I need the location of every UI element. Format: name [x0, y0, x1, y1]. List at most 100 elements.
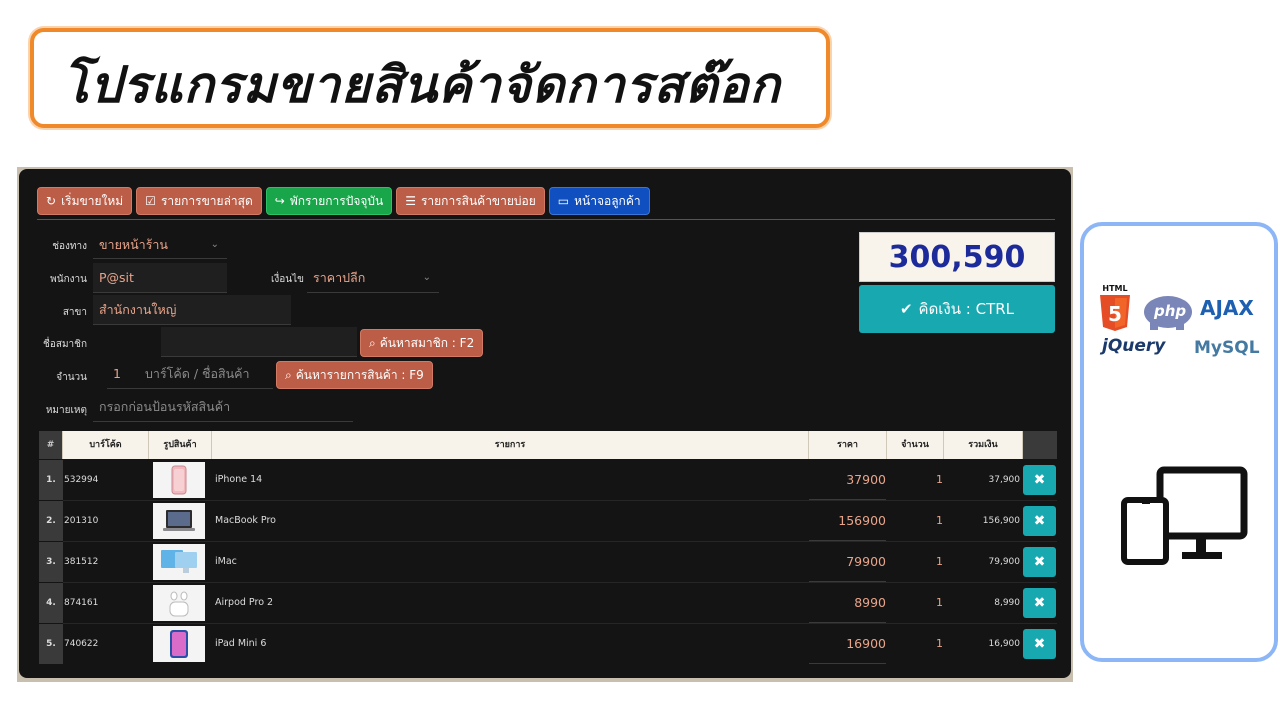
col-qty: จำนวน [887, 431, 944, 459]
staff-field[interactable]: P@sit [93, 263, 227, 293]
best-sellers-button[interactable]: ☰ รายการสินค้าขายบ่อย [396, 187, 545, 215]
col-num: # [39, 431, 63, 459]
staff-label: พนักงาน [50, 274, 87, 285]
branch-field[interactable]: สำนักงานใหญ่ [93, 295, 291, 325]
customer-screen-button[interactable]: ▭ หน้าจอลูกค้า [548, 187, 650, 215]
member-search-button[interactable]: ⌕ ค้นหาสมาชิก : F2 [360, 329, 484, 357]
channel-label: ช่องทาง [52, 241, 87, 252]
close-icon: ✖ [1033, 513, 1046, 529]
member-search-label: ค้นหาสมาชิก : F2 [379, 335, 475, 350]
col-barcode: บาร์โค้ด [63, 431, 149, 459]
table-header: # บาร์โค้ด รูปสินค้า รายการ ราคา จำนวน ร… [39, 431, 1057, 459]
toolbar-divider [37, 219, 1055, 220]
check-icon: ✔ [899, 300, 913, 318]
member-label: ชื่อสมาชิก [43, 339, 87, 350]
row-qty[interactable]: 1 [886, 501, 943, 541]
row-number: 3. [39, 542, 63, 582]
row-number: 1. [39, 460, 63, 500]
pay-button[interactable]: ✔ คิดเงิน : CTRL [859, 285, 1055, 333]
member-input[interactable] [161, 327, 357, 357]
recent-sales-label: รายการขายล่าสุด [160, 193, 253, 208]
mysql-logo: MySQL [1194, 338, 1260, 358]
qty-label: จำนวน [56, 372, 87, 383]
new-sale-button[interactable]: ↻ เริ่มขายใหม่ [37, 187, 133, 215]
row-qty[interactable]: 1 [886, 542, 943, 582]
php-logo: php [1142, 292, 1196, 336]
best-sellers-label: รายการสินค้าขายบ่อย [420, 193, 536, 208]
row-qty[interactable]: 1 [886, 583, 943, 623]
delete-row-button[interactable]: ✖ [1023, 588, 1056, 618]
row-price[interactable]: 37900 [809, 460, 886, 500]
customer-screen-label: หน้าจอลูกค้า [574, 193, 641, 208]
list-icon: ☰ [405, 194, 416, 208]
condition-select[interactable]: ราคาปลีก ⌄ [307, 263, 439, 293]
row-barcode: 874161 [64, 598, 99, 608]
row-name: Airpod Pro 2 [215, 597, 274, 608]
title-banner: โปรแกรมขายสินค้าจัดการสต๊อก [30, 28, 830, 128]
product-search-button[interactable]: ⌕ ค้นหารายการสินค้า : F9 [276, 361, 433, 389]
table-row: 3. 381512 iMac 79900 1 79,900 ✖ [39, 542, 1057, 582]
row-qty[interactable]: 1 [886, 460, 943, 500]
barcode-input[interactable]: บาร์โค้ด / ชื่อสินค้า [139, 359, 273, 389]
delete-row-button[interactable]: ✖ [1023, 629, 1056, 659]
qty-value: 1 [113, 366, 121, 381]
channel-value: ขายหน้าร้าน [99, 236, 168, 252]
product-image-airpods [153, 585, 205, 621]
row-price[interactable]: 156900 [809, 501, 886, 541]
refresh-icon: ↻ [46, 194, 57, 208]
condition-value: ราคาปลีก [313, 269, 366, 285]
row-name: iMac [215, 556, 237, 567]
row-barcode: 740622 [64, 639, 99, 649]
row-qty[interactable]: 1 [886, 624, 943, 664]
new-sale-label: เริ่มขายใหม่ [61, 193, 124, 208]
ajax-logo: AJAX [1200, 296, 1254, 320]
table-row: 5. 740622 iPad Mini 6 16900 1 16,900 ✖ [39, 624, 1057, 664]
row-price[interactable]: 8990 [809, 583, 886, 623]
condition-label: เงื่อนไข [270, 274, 304, 285]
staff-value: P@sit [99, 270, 134, 285]
note-placeholder: กรอกก่อนป้อนรหัสสินค้า [99, 398, 231, 414]
product-image-iphone [153, 462, 205, 498]
row-price[interactable]: 79900 [809, 542, 886, 582]
php-logo-text: php [1154, 302, 1187, 320]
row-sum: 156,900 [982, 516, 1020, 526]
banner-title: โปรแกรมขายสินค้าจัดการสต๊อก [62, 56, 781, 114]
row-number: 4. [39, 583, 63, 623]
product-image-macbook [153, 503, 205, 539]
row-name: MacBook Pro [215, 515, 276, 526]
monitor-icon: ▭ [557, 194, 570, 208]
hold-list-button[interactable]: ↪ พักรายการปัจจุบัน [265, 187, 393, 215]
table-row: 2. 201310 MacBook Pro 156900 1 156,900 ✖ [39, 501, 1057, 541]
col-price: ราคา [809, 431, 887, 459]
check-square-icon: ☑ [145, 194, 156, 208]
row-sum: 16,900 [988, 639, 1021, 649]
search-icon: ⌕ [369, 335, 376, 350]
close-icon: ✖ [1033, 472, 1046, 488]
share-icon: ↪ [274, 194, 285, 208]
branch-value: สำนักงานใหญ่ [99, 301, 177, 317]
tech-panel: HTML 5 php AJAX jQuery MySQL [1080, 222, 1278, 662]
responsive-devices-icon [1120, 466, 1248, 570]
col-image: รูปสินค้า [149, 431, 212, 459]
row-sum: 8,990 [994, 598, 1020, 608]
note-input[interactable]: กรอกก่อนป้อนรหัสสินค้า [93, 392, 353, 422]
col-sum: รวมเงิน [944, 431, 1023, 459]
row-name: iPhone 14 [215, 474, 263, 485]
row-price[interactable]: 16900 [809, 624, 886, 664]
row-barcode: 381512 [64, 557, 99, 567]
delete-row-button[interactable]: ✖ [1023, 465, 1056, 495]
jquery-logo: jQuery [1102, 336, 1166, 356]
delete-row-button[interactable]: ✖ [1023, 547, 1056, 577]
note-label: หมายเหตุ [45, 405, 87, 416]
html-logo-text: HTML [1102, 284, 1128, 293]
barcode-placeholder: บาร์โค้ด / ชื่อสินค้า [145, 365, 250, 381]
pos-window: ↻ เริ่มขายใหม่ ☑ รายการขายล่าสุด ↪ พักรา… [17, 167, 1073, 682]
product-image-ipad [153, 626, 205, 662]
table-row: 4. 874161 Airpod Pro 2 8990 1 8,990 ✖ [39, 583, 1057, 623]
html5-logo: HTML 5 [1098, 284, 1132, 337]
qty-input[interactable]: 1 [107, 359, 141, 389]
channel-select[interactable]: ขายหน้าร้าน ⌄ [93, 231, 227, 259]
recent-sales-button[interactable]: ☑ รายการขายล่าสุด [136, 187, 262, 215]
delete-row-button[interactable]: ✖ [1023, 506, 1056, 536]
toolbar: ↻ เริ่มขายใหม่ ☑ รายการขายล่าสุด ↪ พักรา… [37, 187, 650, 215]
